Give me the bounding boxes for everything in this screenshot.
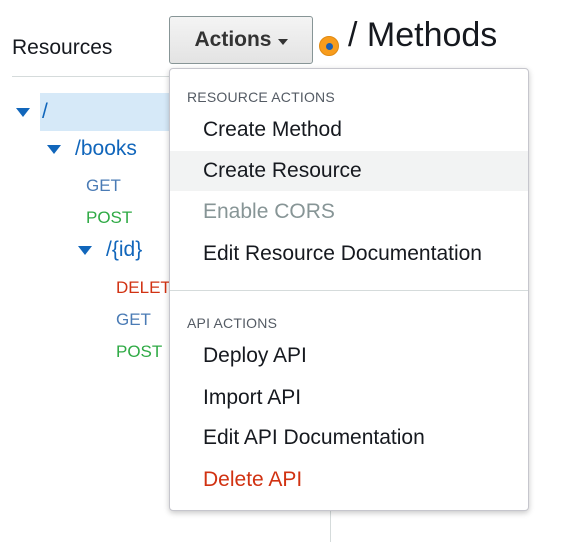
menu-item-edit-api-documentation[interactable]: Edit API Documentation bbox=[170, 418, 528, 458]
orange-dot-icon bbox=[319, 36, 339, 56]
tree-node-root[interactable]: / bbox=[16, 100, 48, 124]
caret-down-icon[interactable] bbox=[78, 245, 92, 255]
method-get-id[interactable]: GET bbox=[116, 310, 151, 330]
resources-title: Resources bbox=[12, 36, 113, 59]
caret-down-icon[interactable] bbox=[47, 144, 61, 154]
menu-divider bbox=[170, 290, 528, 291]
menu-item-import-api[interactable]: Import API bbox=[170, 378, 528, 418]
menu-item-delete-api[interactable]: Delete API bbox=[170, 460, 528, 500]
method-get-books[interactable]: GET bbox=[86, 176, 121, 196]
page-title: / Methods bbox=[348, 16, 498, 54]
method-post-id[interactable]: POST bbox=[116, 342, 162, 362]
tree-node-books[interactable]: /books bbox=[47, 137, 137, 161]
actions-button[interactable]: Actions bbox=[169, 16, 313, 64]
menu-item-edit-resource-documentation[interactable]: Edit Resource Documentation bbox=[170, 234, 528, 274]
chevron-down-icon bbox=[277, 38, 288, 45]
menu-item-create-method[interactable]: Create Method bbox=[170, 110, 528, 150]
actions-button-label: Actions bbox=[194, 28, 272, 51]
api-actions-header: API ACTIONS bbox=[187, 315, 278, 331]
tree-node-id-label[interactable]: /{id} bbox=[106, 238, 142, 262]
method-post-books[interactable]: POST bbox=[86, 208, 132, 228]
tree-node-id[interactable]: /{id} bbox=[78, 238, 142, 262]
caret-down-icon[interactable] bbox=[16, 107, 30, 117]
menu-item-deploy-api[interactable]: Deploy API bbox=[170, 336, 528, 376]
resource-actions-header: RESOURCE ACTIONS bbox=[187, 89, 335, 105]
menu-item-enable-cors: Enable CORS bbox=[203, 200, 335, 223]
tree-node-root-label[interactable]: / bbox=[42, 100, 48, 124]
menu-item-create-resource[interactable]: Create Resource bbox=[170, 151, 528, 191]
tree-node-books-label[interactable]: /books bbox=[75, 137, 137, 161]
actions-dropdown-menu: RESOURCE ACTIONS Create Method Create Re… bbox=[169, 68, 529, 511]
